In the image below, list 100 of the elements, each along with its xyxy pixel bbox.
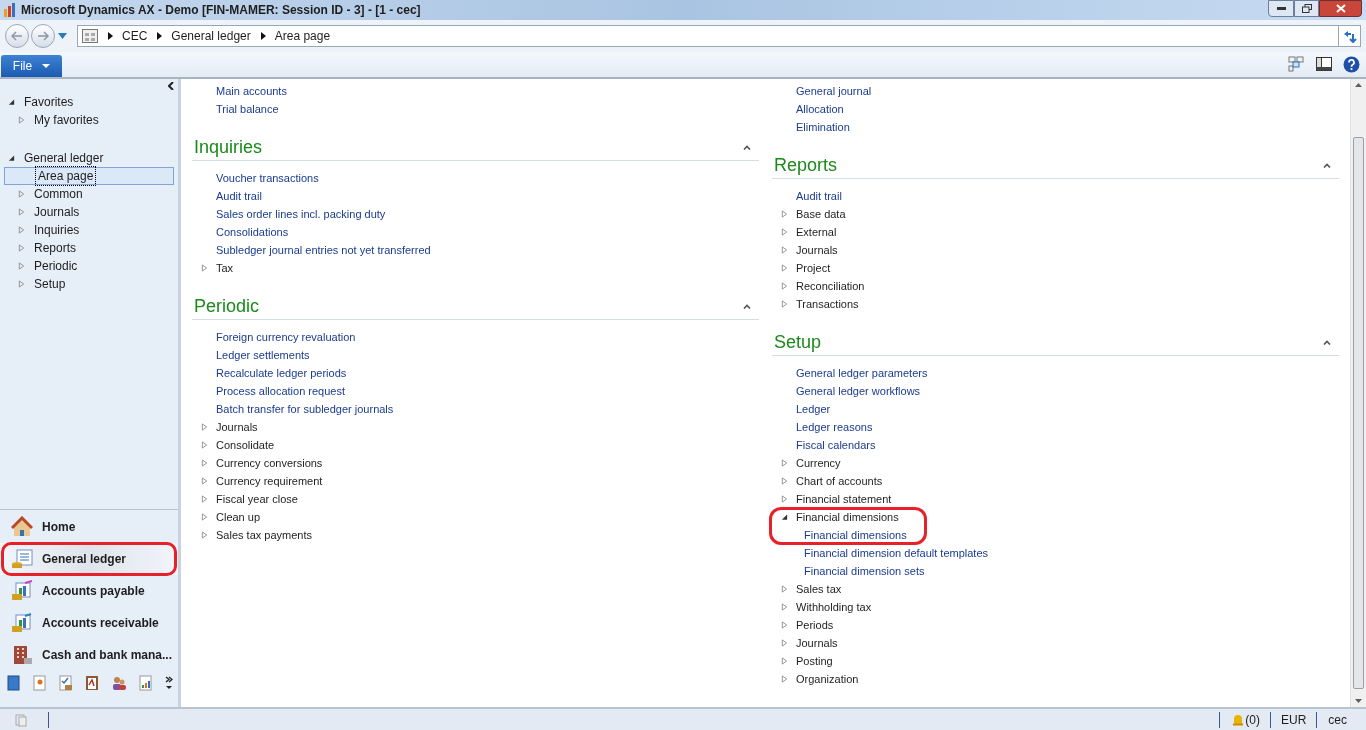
- page-link[interactable]: Subledger journal entries not yet transferred: [216, 241, 431, 259]
- more-chevron-icon[interactable]: [165, 676, 173, 690]
- history-dropdown-icon[interactable]: [58, 33, 67, 39]
- restore-button[interactable]: [1294, 0, 1319, 17]
- scroll-thumb[interactable]: [1353, 137, 1364, 689]
- collapsed-triangle-icon[interactable]: [781, 282, 788, 290]
- collapse-pane-icon[interactable]: [168, 82, 174, 90]
- attachment-icon[interactable]: [14, 712, 28, 727]
- group-label[interactable]: Withholding tax: [796, 598, 872, 616]
- group-label[interactable]: Chart of accounts: [796, 472, 883, 490]
- page-link[interactable]: Audit trail: [216, 187, 262, 205]
- page-link[interactable]: Audit trail: [796, 187, 842, 205]
- page-link[interactable]: Sales order lines incl. packing duty: [216, 205, 386, 223]
- group-label[interactable]: Base data: [796, 205, 846, 223]
- chart-report-icon[interactable]: [139, 675, 153, 691]
- document-icon[interactable]: [7, 675, 21, 691]
- close-button[interactable]: [1319, 0, 1362, 17]
- page-link[interactable]: Elimination: [796, 118, 850, 136]
- collapsed-triangle-icon[interactable]: [201, 441, 208, 449]
- back-button[interactable]: [5, 24, 29, 48]
- collapsed-triangle-icon[interactable]: [781, 228, 788, 236]
- module-button[interactable]: Home: [0, 511, 178, 543]
- page-link[interactable]: Voucher transactions: [216, 169, 319, 187]
- group-label[interactable]: Fiscal year close: [216, 490, 298, 508]
- checklist-icon[interactable]: [59, 675, 73, 691]
- expanded-triangle-icon[interactable]: [781, 513, 788, 521]
- collapsed-triangle-icon[interactable]: [781, 585, 788, 593]
- page-link[interactable]: Consolidations: [216, 223, 289, 241]
- collapsed-triangle-icon[interactable]: [201, 264, 208, 272]
- collapsed-triangle-icon[interactable]: [781, 477, 788, 485]
- tree-item[interactable]: My favorites: [0, 111, 178, 129]
- page-link[interactable]: Recalculate ledger periods: [216, 364, 347, 382]
- expanded-triangle-icon[interactable]: [8, 154, 15, 162]
- minimize-button[interactable]: [1268, 0, 1294, 17]
- page-link[interactable]: Trial balance: [216, 100, 279, 118]
- collapsed-triangle-icon[interactable]: [781, 495, 788, 503]
- group-label[interactable]: Journals: [216, 418, 258, 436]
- group-label[interactable]: Project: [796, 259, 831, 277]
- group-label[interactable]: Journals: [796, 634, 838, 652]
- collapsed-triangle-icon[interactable]: [781, 657, 788, 665]
- group-label[interactable]: External: [796, 223, 837, 241]
- page-link[interactable]: Ledger reasons: [796, 418, 873, 436]
- tree-item[interactable]: Journals: [0, 203, 178, 221]
- page-link[interactable]: Financial dimensions: [804, 526, 907, 544]
- collapsed-triangle-icon[interactable]: [781, 675, 788, 683]
- page-link[interactable]: General journal: [796, 82, 872, 100]
- expanded-triangle-icon[interactable]: [8, 98, 15, 106]
- breadcrumb-arrow-icon[interactable]: [157, 32, 163, 40]
- breadcrumb-link[interactable]: CEC: [122, 27, 148, 45]
- tree-item[interactable]: Setup: [0, 275, 178, 293]
- company-indicator[interactable]: cec: [1328, 710, 1347, 729]
- page-link[interactable]: Process allocation request: [216, 382, 345, 400]
- module-button[interactable]: Accounts payable: [0, 575, 178, 607]
- page-link[interactable]: Allocation: [796, 100, 844, 118]
- page-link[interactable]: Ledger: [796, 400, 831, 418]
- pane-icon[interactable]: [1316, 56, 1332, 72]
- collapsed-triangle-icon[interactable]: [781, 246, 788, 254]
- page-link[interactable]: Foreign currency revaluation: [216, 328, 356, 346]
- layout-icon[interactable]: [1288, 56, 1305, 72]
- group-label[interactable]: Organization: [796, 670, 859, 688]
- group-label[interactable]: Currency: [796, 454, 841, 472]
- page-link[interactable]: Financial dimension default templates: [804, 544, 989, 562]
- module-button[interactable]: General ledger: [0, 543, 178, 575]
- breadcrumb-link[interactable]: Area page: [274, 27, 331, 45]
- group-label[interactable]: Periods: [796, 616, 834, 634]
- tree-item[interactable]: Periodic: [0, 257, 178, 275]
- scrollbar[interactable]: [1350, 79, 1366, 707]
- scroll-down-arrow-icon[interactable]: [1355, 699, 1362, 703]
- tree-item[interactable]: Area page: [4, 167, 174, 185]
- scroll-up-arrow-icon[interactable]: [1355, 83, 1362, 87]
- group-label[interactable]: Tax: [216, 259, 234, 277]
- collapsed-triangle-icon[interactable]: [781, 459, 788, 467]
- collapsed-triangle-icon[interactable]: [18, 244, 25, 252]
- group-label[interactable]: Financial dimensions: [796, 508, 899, 526]
- page-link[interactable]: Batch transfer for subledger journals: [216, 400, 394, 418]
- breadcrumb-link[interactable]: General ledger: [171, 27, 251, 45]
- collapsed-triangle-icon[interactable]: [201, 477, 208, 485]
- group-label[interactable]: Sales tax payments: [216, 526, 312, 544]
- module-button[interactable]: Cash and bank mana...: [0, 639, 178, 671]
- page-link[interactable]: Ledger settlements: [216, 346, 310, 364]
- collapsed-triangle-icon[interactable]: [781, 300, 788, 308]
- collapsed-triangle-icon[interactable]: [18, 280, 25, 288]
- collapse-chevron-icon[interactable]: [743, 304, 751, 309]
- collapsed-triangle-icon[interactable]: [18, 190, 25, 198]
- clipboard-icon[interactable]: [85, 675, 99, 691]
- collapsed-triangle-icon[interactable]: [201, 513, 208, 521]
- collapsed-triangle-icon[interactable]: [18, 116, 25, 124]
- page-link[interactable]: Fiscal calendars: [796, 436, 876, 454]
- forward-button[interactable]: [31, 24, 55, 48]
- collapsed-triangle-icon[interactable]: [201, 531, 208, 539]
- breadcrumb-arrow-icon[interactable]: [108, 32, 113, 40]
- notification-count[interactable]: (0): [1245, 710, 1260, 729]
- page-link[interactable]: General ledger workflows: [796, 382, 921, 400]
- group-label[interactable]: Clean up: [216, 508, 261, 526]
- collapsed-triangle-icon[interactable]: [201, 459, 208, 467]
- collapsed-triangle-icon[interactable]: [781, 210, 788, 218]
- group-label[interactable]: Transactions: [796, 295, 859, 313]
- collapsed-triangle-icon[interactable]: [781, 621, 788, 629]
- collapsed-triangle-icon[interactable]: [18, 208, 25, 216]
- group-label[interactable]: Currency conversions: [216, 454, 323, 472]
